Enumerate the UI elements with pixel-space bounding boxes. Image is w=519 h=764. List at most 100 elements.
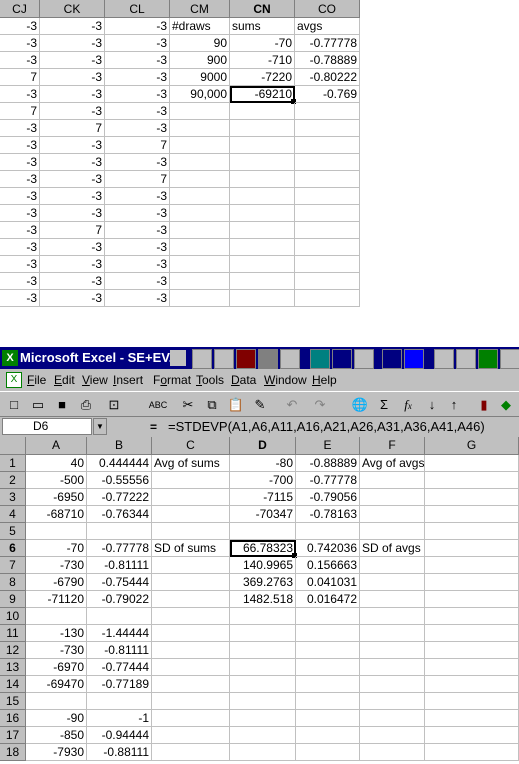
cell[interactable] <box>360 608 425 625</box>
cell[interactable] <box>360 472 425 489</box>
cell[interactable]: 7 <box>105 137 170 154</box>
cell[interactable] <box>295 222 360 239</box>
column-header-g[interactable]: G <box>425 437 519 455</box>
cell[interactable] <box>295 239 360 256</box>
save-icon[interactable]: ■ <box>52 395 72 415</box>
cell[interactable] <box>152 693 230 710</box>
cell[interactable]: -0.76344 <box>87 506 152 523</box>
cell[interactable] <box>296 608 360 625</box>
cell[interactable]: -80 <box>230 455 296 472</box>
cell[interactable] <box>295 154 360 171</box>
cell[interactable] <box>87 693 152 710</box>
row-header-7[interactable]: 7 <box>0 557 26 574</box>
cell[interactable] <box>170 120 230 137</box>
cell[interactable]: -3 <box>0 273 40 290</box>
cell[interactable]: -3 <box>105 69 170 86</box>
select-all-corner[interactable] <box>0 437 26 455</box>
cell[interactable]: -3 <box>40 273 105 290</box>
row-header-16[interactable]: 16 <box>0 710 26 727</box>
cell[interactable]: -1 <box>87 710 152 727</box>
cell[interactable]: -3 <box>40 290 105 307</box>
cell[interactable] <box>425 489 519 506</box>
taskbar-app-icon[interactable] <box>354 349 374 369</box>
taskbar-app-icon[interactable] <box>404 349 424 369</box>
cell[interactable] <box>152 676 230 693</box>
cell[interactable]: -710 <box>230 52 295 69</box>
cell[interactable]: Avg of sums <box>152 455 230 472</box>
column-header-cj[interactable]: CJ <box>0 0 40 18</box>
cell[interactable] <box>296 642 360 659</box>
formula-equals-button[interactable]: = <box>150 417 157 437</box>
cell[interactable] <box>152 625 230 642</box>
cell[interactable] <box>425 642 519 659</box>
paste-icon[interactable]: 📋 <box>226 395 246 415</box>
cell[interactable]: -3 <box>105 86 170 103</box>
cell[interactable]: -3 <box>0 222 40 239</box>
cell[interactable] <box>170 290 230 307</box>
cell[interactable]: -0.94444 <box>87 727 152 744</box>
menu-help[interactable]: Help <box>312 369 337 391</box>
cell[interactable] <box>296 744 360 761</box>
cell[interactable]: -3 <box>105 154 170 171</box>
cell[interactable]: -3 <box>40 171 105 188</box>
cell[interactable] <box>425 625 519 642</box>
cell[interactable] <box>295 273 360 290</box>
cell[interactable] <box>230 693 296 710</box>
taskbar-app-icon[interactable] <box>236 349 256 369</box>
cell[interactable]: SD of avgs <box>360 540 425 557</box>
cell[interactable]: -3 <box>0 35 40 52</box>
cell[interactable]: 0.742036 <box>296 540 360 557</box>
menu-edit[interactable]: Edit <box>54 369 75 391</box>
cell[interactable] <box>295 256 360 273</box>
row-header-13[interactable]: 13 <box>0 659 26 676</box>
hyperlink-icon[interactable]: 🌐 <box>350 395 370 415</box>
cell[interactable] <box>425 659 519 676</box>
row-header-9[interactable]: 9 <box>0 591 26 608</box>
print-preview-icon[interactable]: ⊡ <box>104 395 124 415</box>
cell[interactable]: 90 <box>170 35 230 52</box>
cell[interactable]: -68710 <box>26 506 87 523</box>
cell[interactable]: 900 <box>170 52 230 69</box>
cell[interactable] <box>170 154 230 171</box>
workbook-icon[interactable]: X <box>6 372 22 388</box>
cut-icon[interactable]: ✂ <box>178 395 198 415</box>
cell[interactable] <box>230 256 295 273</box>
cell[interactable]: -3 <box>0 154 40 171</box>
cell[interactable] <box>87 523 152 540</box>
name-box-dropdown-icon[interactable]: ▼ <box>93 418 107 435</box>
cell[interactable]: -3 <box>105 188 170 205</box>
cell[interactable] <box>152 506 230 523</box>
cell[interactable]: -700 <box>230 472 296 489</box>
cell[interactable] <box>26 693 87 710</box>
cell[interactable]: -0.88111 <box>87 744 152 761</box>
new-icon[interactable]: □ <box>4 395 24 415</box>
cell[interactable]: -3 <box>0 86 40 103</box>
cell[interactable] <box>425 574 519 591</box>
cell[interactable]: -0.80222 <box>295 69 360 86</box>
cell[interactable]: -3 <box>40 137 105 154</box>
cell[interactable]: -0.769 <box>295 86 360 103</box>
cell[interactable]: -70 <box>230 35 295 52</box>
cell[interactable]: -3 <box>0 120 40 137</box>
cell[interactable] <box>170 188 230 205</box>
active-cell[interactable]: -69210 <box>230 86 295 103</box>
cell[interactable] <box>230 710 296 727</box>
taskbar-app-icon[interactable] <box>478 349 498 369</box>
row-header-5[interactable]: 5 <box>0 523 26 540</box>
cell[interactable] <box>360 557 425 574</box>
menu-file[interactable]: File <box>27 369 46 391</box>
cell[interactable] <box>152 608 230 625</box>
cell[interactable]: -500 <box>26 472 87 489</box>
cell[interactable] <box>425 523 519 540</box>
cell[interactable] <box>295 103 360 120</box>
cell[interactable]: SD of sums <box>152 540 230 557</box>
print-icon[interactable]: ⎙ <box>76 395 96 415</box>
cell[interactable] <box>360 506 425 523</box>
cell[interactable] <box>360 625 425 642</box>
cell[interactable] <box>425 727 519 744</box>
column-header-cl[interactable]: CL <box>105 0 170 18</box>
cell[interactable] <box>170 222 230 239</box>
row-header-3[interactable]: 3 <box>0 489 26 506</box>
cell[interactable] <box>170 137 230 154</box>
cell[interactable] <box>230 273 295 290</box>
